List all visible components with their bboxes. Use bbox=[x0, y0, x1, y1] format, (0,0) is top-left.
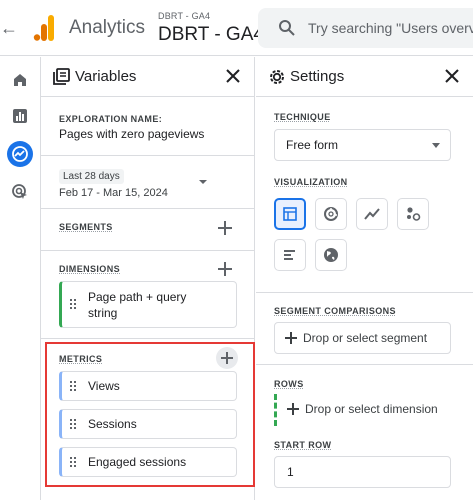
visualization-label: VISUALIZATION bbox=[274, 177, 348, 187]
variables-icon bbox=[53, 68, 70, 85]
line-chart-icon bbox=[364, 208, 380, 220]
technique-value: Free form bbox=[286, 138, 339, 152]
exploration-name-label: EXPLORATION NAME: bbox=[59, 114, 163, 124]
technique-label: TECHNIQUE bbox=[274, 112, 331, 122]
left-nav-rail bbox=[0, 57, 41, 500]
start-row-value: 1 bbox=[287, 465, 294, 479]
home-icon bbox=[14, 74, 26, 86]
settings-header: Settings bbox=[256, 57, 473, 97]
gear-icon bbox=[270, 70, 284, 84]
technique-select[interactable]: Free form bbox=[274, 129, 451, 161]
plus-icon bbox=[287, 403, 299, 415]
dimension-chip[interactable]: Page path + query string bbox=[59, 281, 237, 328]
nav-reports[interactable] bbox=[7, 103, 33, 129]
segment-drop-zone[interactable]: Drop or select segment bbox=[274, 322, 451, 354]
segment-comparisons-section: SEGMENT COMPARISONS Drop or select segme… bbox=[256, 293, 473, 365]
settings-title: Settings bbox=[290, 68, 345, 85]
rows-drop-text: Drop or select dimension bbox=[305, 402, 438, 416]
segments-label: SEGMENTS bbox=[59, 222, 113, 232]
search-icon bbox=[279, 20, 295, 36]
close-icon[interactable] bbox=[443, 67, 461, 85]
exploration-name-section: EXPLORATION NAME: Pages with zero pagevi… bbox=[41, 98, 254, 156]
drag-handle-icon[interactable] bbox=[70, 299, 76, 309]
date-range-value: Feb 17 - Mar 15, 2024 bbox=[59, 187, 168, 199]
add-segment-icon[interactable] bbox=[218, 221, 232, 235]
date-range-picker[interactable]: Last 28 days Feb 17 - Mar 15, 2024 bbox=[59, 166, 168, 199]
search-bar[interactable]: Try searching "Users overvi bbox=[258, 8, 473, 48]
nav-home[interactable] bbox=[7, 67, 33, 93]
scatter-plot-icon bbox=[407, 207, 421, 221]
bar-chart-icon bbox=[284, 250, 295, 260]
dimension-label: Page path + query bbox=[88, 290, 187, 304]
close-icon[interactable] bbox=[224, 67, 242, 85]
date-range-section[interactable]: Last 28 days Feb 17 - Mar 15, 2024 bbox=[41, 156, 254, 209]
explore-icon bbox=[12, 146, 28, 162]
start-row-label: START ROW bbox=[274, 440, 332, 450]
top-bar: ← Analytics DBRT - GA4 DBRT - GA4 Try se… bbox=[0, 0, 473, 56]
property-account-label[interactable]: DBRT - GA4 bbox=[158, 11, 210, 21]
back-arrow-icon[interactable]: ← bbox=[0, 14, 18, 42]
rows-drop-zone[interactable]: Drop or select dimension bbox=[274, 394, 451, 426]
table-icon bbox=[283, 207, 297, 221]
metrics-highlight-box bbox=[45, 342, 255, 487]
rows-label: ROWS bbox=[274, 379, 304, 389]
donut-chart-icon bbox=[324, 207, 338, 221]
segments-section: SEGMENTS bbox=[41, 209, 254, 251]
segment-drop-text: Drop or select segment bbox=[303, 331, 428, 345]
viz-scatter-button[interactable] bbox=[397, 198, 429, 230]
app-title: Analytics bbox=[69, 17, 146, 38]
exploration-name-input[interactable]: Pages with zero pageviews bbox=[59, 127, 204, 141]
search-input[interactable]: Try searching "Users overvi bbox=[308, 20, 473, 36]
viz-geo-button[interactable] bbox=[315, 239, 347, 271]
reports-icon bbox=[13, 109, 27, 123]
chevron-down-icon[interactable] bbox=[199, 180, 207, 184]
dimensions-section: DIMENSIONS Page path + query string bbox=[41, 251, 254, 339]
rows-section: ROWS Drop or select dimension bbox=[256, 365, 473, 435]
viz-donut-button[interactable] bbox=[315, 198, 347, 230]
variables-header: Variables bbox=[41, 57, 254, 97]
analytics-logo bbox=[33, 15, 54, 41]
advertising-icon bbox=[12, 184, 27, 199]
start-row-input[interactable]: 1 bbox=[274, 456, 451, 488]
dimension-label-cont: string bbox=[88, 306, 118, 320]
viz-bar-button[interactable] bbox=[274, 239, 306, 271]
technique-visualization-section: TECHNIQUE Free form VISUALIZATION bbox=[256, 98, 473, 293]
nav-explore[interactable] bbox=[7, 141, 33, 167]
chevron-down-icon bbox=[432, 143, 440, 148]
property-selector[interactable]: DBRT - GA4 bbox=[158, 24, 264, 46]
dimensions-label: DIMENSIONS bbox=[59, 264, 121, 274]
viz-line-button[interactable] bbox=[356, 198, 388, 230]
segment-comparisons-label: SEGMENT COMPARISONS bbox=[274, 306, 396, 316]
nav-advertising[interactable] bbox=[7, 179, 33, 205]
add-dimension-icon[interactable] bbox=[218, 262, 232, 276]
geo-map-icon bbox=[324, 248, 338, 262]
settings-panel: Settings TECHNIQUE Free form VISUALIZATI… bbox=[256, 57, 473, 500]
viz-table-button[interactable] bbox=[274, 198, 306, 230]
start-row-section: START ROW 1 bbox=[256, 429, 473, 500]
plus-icon bbox=[285, 332, 297, 344]
variables-title: Variables bbox=[75, 68, 137, 85]
date-preset: Last 28 days bbox=[59, 169, 124, 184]
